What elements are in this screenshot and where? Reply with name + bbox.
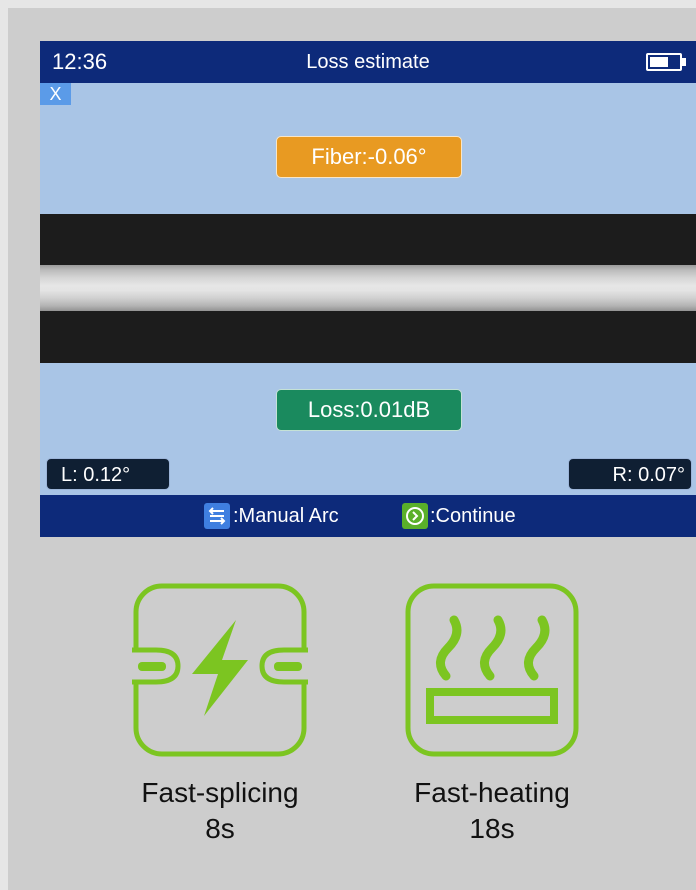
- fast-heating-feature: Fast-heating 18s: [362, 582, 622, 848]
- fast-splicing-feature: Fast-splicing 8s: [90, 582, 350, 848]
- battery-level: [650, 57, 668, 67]
- splicer-screen: 12:36 Loss estimate X Fiber:-0.06° Loss:…: [40, 41, 696, 537]
- fast-splicing-time: 8s: [205, 813, 235, 844]
- right-angle-readout: R: 0.07°: [568, 458, 692, 490]
- manual-arc-icon[interactable]: [204, 503, 230, 529]
- fast-splicing-name: Fast-splicing: [141, 777, 299, 808]
- fiber-core: [40, 265, 696, 311]
- fast-heating-time: 18s: [469, 813, 515, 844]
- status-bar: 12:36 Loss estimate: [40, 41, 696, 83]
- continue-label: :Continue: [430, 505, 516, 527]
- left-angle-readout: L: 0.12°: [46, 458, 170, 490]
- battery-icon: [646, 53, 686, 71]
- fast-heating-name: Fast-heating: [414, 777, 570, 808]
- screen-title: Loss estimate: [306, 51, 430, 73]
- fast-splicing-icon: [132, 583, 308, 757]
- continue-icon[interactable]: [402, 503, 428, 529]
- loss-badge: Loss:0.01dB: [276, 389, 462, 431]
- close-button[interactable]: X: [40, 83, 71, 105]
- hint-bar: :Manual Arc :Continue: [40, 495, 696, 537]
- fiber-view: [40, 214, 696, 363]
- manual-arc-label: :Manual Arc: [233, 505, 339, 527]
- fast-heating-icon: [405, 583, 579, 757]
- fiber-angle-badge: Fiber:-0.06°: [276, 136, 462, 178]
